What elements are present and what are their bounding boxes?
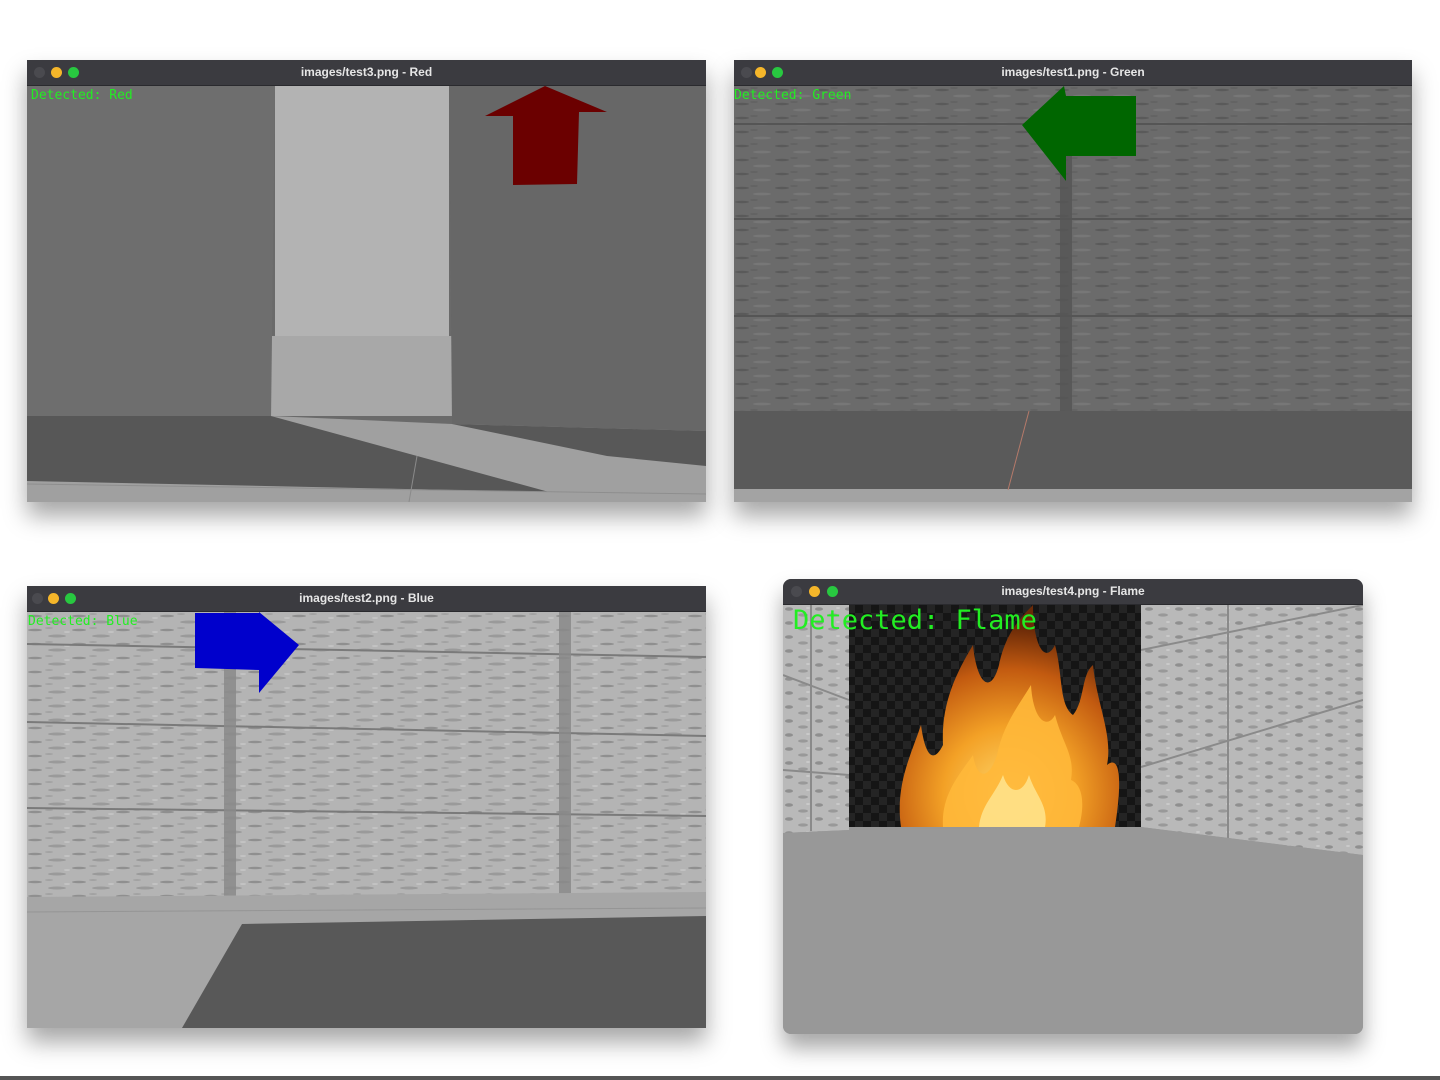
window-titlebar[interactable]: images/test3.png - Red xyxy=(27,60,706,86)
camera-view: Detected: Green xyxy=(734,86,1412,502)
camera-view: Detected: Flame xyxy=(783,605,1363,1034)
window-green[interactable]: images/test1.png - Green Detected: Green xyxy=(734,60,1412,502)
window-title: images/test4.png - Flame xyxy=(1001,584,1145,598)
scene-blue xyxy=(27,612,706,1028)
window-title: images/test2.png - Blue xyxy=(299,591,434,605)
window-titlebar[interactable]: images/test1.png - Green xyxy=(734,60,1412,86)
detection-label: Detected: Flame xyxy=(793,605,1037,636)
scene-flame xyxy=(783,605,1363,1034)
window-titlebar[interactable]: images/test4.png - Flame xyxy=(783,579,1363,605)
window-title: images/test1.png - Green xyxy=(1001,65,1145,79)
scene-green xyxy=(734,86,1412,502)
detection-label: Detected: Blue xyxy=(28,614,138,629)
camera-view: Detected: Red xyxy=(27,86,706,502)
camera-view: Detected: Blue xyxy=(27,612,706,1028)
scene-red xyxy=(27,86,706,502)
window-flame[interactable]: images/test4.png - Flame Detected: Flame xyxy=(783,579,1363,1034)
window-title: images/test3.png - Red xyxy=(300,65,433,79)
window-red[interactable]: images/test3.png - Red Detected: Red xyxy=(27,60,706,502)
window-blue[interactable]: images/test2.png - Blue Detected: Blue xyxy=(27,586,706,1028)
window-titlebar[interactable]: images/test2.png - Blue xyxy=(27,586,706,612)
bottom-edge xyxy=(0,1076,1440,1080)
detection-label: Detected: Green xyxy=(734,88,852,103)
detection-label: Detected: Red xyxy=(31,88,133,103)
